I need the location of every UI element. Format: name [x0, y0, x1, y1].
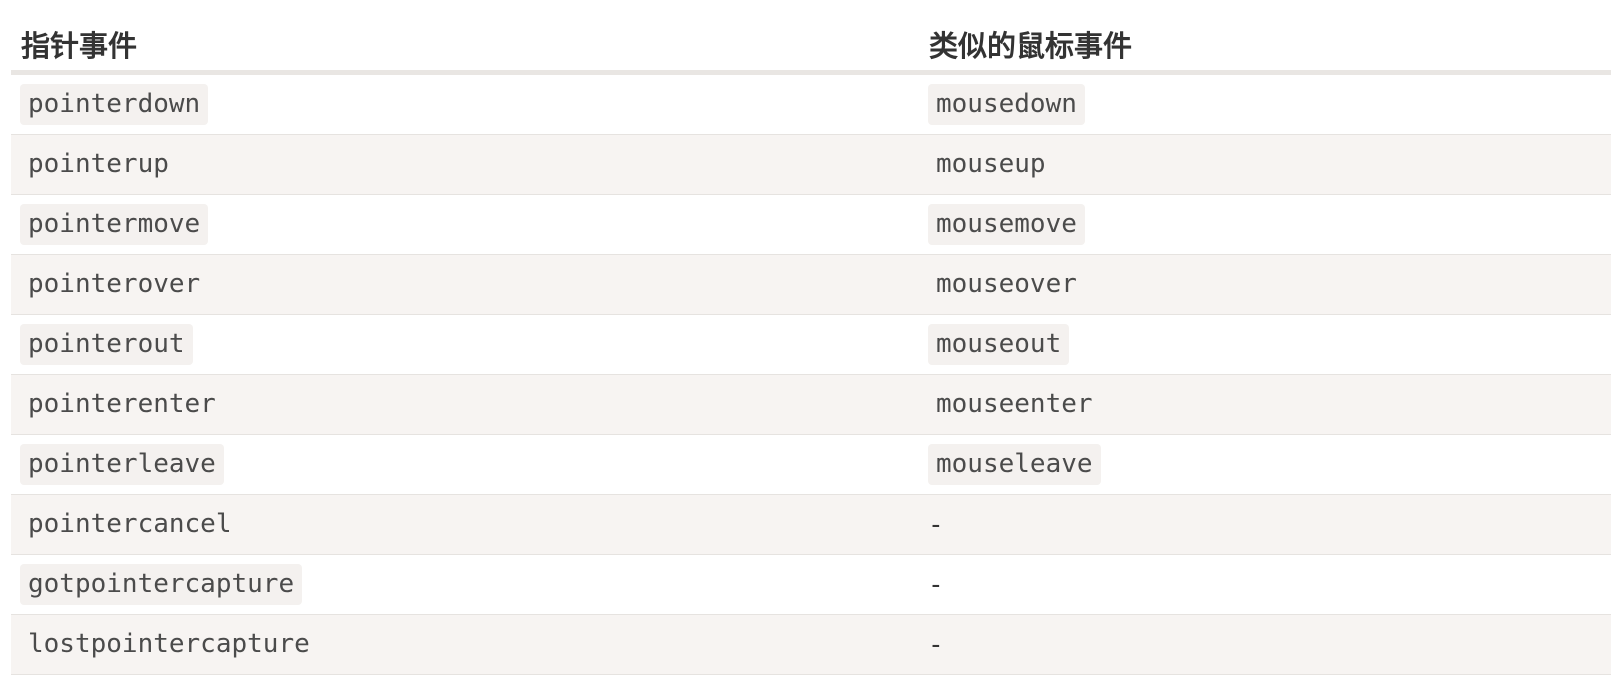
table-row: pointerover mouseover	[11, 255, 1611, 315]
pointer-event-cell: gotpointercapture	[11, 555, 919, 614]
table-row: pointercancel -	[11, 495, 1611, 555]
pointer-event-cell: pointerenter	[11, 375, 919, 434]
table-row: pointerup mouseup	[11, 135, 1611, 195]
pointer-event-code: pointerout	[20, 323, 193, 366]
mouse-event-code: mousemove	[928, 203, 1085, 246]
mouse-event-code: mouseup	[936, 148, 1046, 179]
no-equivalent-dash: -	[928, 509, 944, 540]
no-equivalent-dash: -	[928, 629, 944, 660]
pointer-event-cell: pointerout	[11, 315, 919, 374]
mouse-event-cell: -	[919, 495, 1611, 554]
mouse-event-code: mouseover	[936, 268, 1077, 299]
header-pointer-events: 指针事件	[21, 29, 138, 63]
mouse-event-cell: mouseout	[919, 315, 1611, 374]
mouse-event-cell: mouseup	[919, 135, 1611, 194]
table-row: pointerout mouseout	[11, 315, 1611, 375]
mouse-event-code: mouseleave	[928, 443, 1101, 486]
pointer-event-code: pointermove	[20, 203, 209, 246]
table-row: pointerleave mouseleave	[11, 435, 1611, 495]
mouse-event-code: mouseout	[928, 323, 1070, 366]
mouse-event-cell: mouseleave	[919, 435, 1611, 494]
pointer-event-code: gotpointercapture	[20, 563, 303, 606]
mouse-event-cell: mouseover	[919, 255, 1611, 314]
table-header: 指针事件 类似的鼠标事件	[11, 17, 1611, 75]
mouse-event-cell: mousemove	[919, 195, 1611, 254]
mouse-event-code: mouseenter	[936, 388, 1093, 419]
pointer-event-code: pointerleave	[20, 443, 224, 486]
mouse-event-cell: mouseenter	[919, 375, 1611, 434]
table-row: pointerenter mouseenter	[11, 375, 1611, 435]
pointer-event-code: pointerover	[28, 268, 201, 299]
table-row: lostpointercapture -	[11, 615, 1611, 675]
pointer-event-cell: pointerleave	[11, 435, 919, 494]
table-row: pointerdown mousedown	[11, 75, 1611, 135]
pointer-event-code: pointercancel	[28, 508, 232, 539]
no-equivalent-dash: -	[928, 569, 944, 600]
pointer-event-cell: pointerdown	[11, 75, 919, 134]
pointer-event-cell: lostpointercapture	[11, 615, 919, 674]
table-row: pointermove mousemove	[11, 195, 1611, 255]
table-row: gotpointercapture -	[11, 555, 1611, 615]
pointer-event-code: pointerenter	[28, 388, 216, 419]
mouse-event-cell: mousedown	[919, 75, 1611, 134]
mouse-event-code: mousedown	[928, 83, 1085, 126]
header-mouse-events: 类似的鼠标事件	[929, 29, 1133, 63]
pointer-event-code: pointerdown	[20, 83, 209, 126]
pointer-event-cell: pointermove	[11, 195, 919, 254]
pointer-event-cell: pointerover	[11, 255, 919, 314]
pointer-event-cell: pointercancel	[11, 495, 919, 554]
pointer-event-code: lostpointercapture	[28, 628, 310, 659]
pointer-event-cell: pointerup	[11, 135, 919, 194]
pointer-event-code: pointerup	[28, 148, 169, 179]
mouse-event-cell: -	[919, 615, 1611, 674]
event-mapping-table: 指针事件 类似的鼠标事件 pointerdown mousedown point…	[11, 17, 1611, 675]
mouse-event-cell: -	[919, 555, 1611, 614]
